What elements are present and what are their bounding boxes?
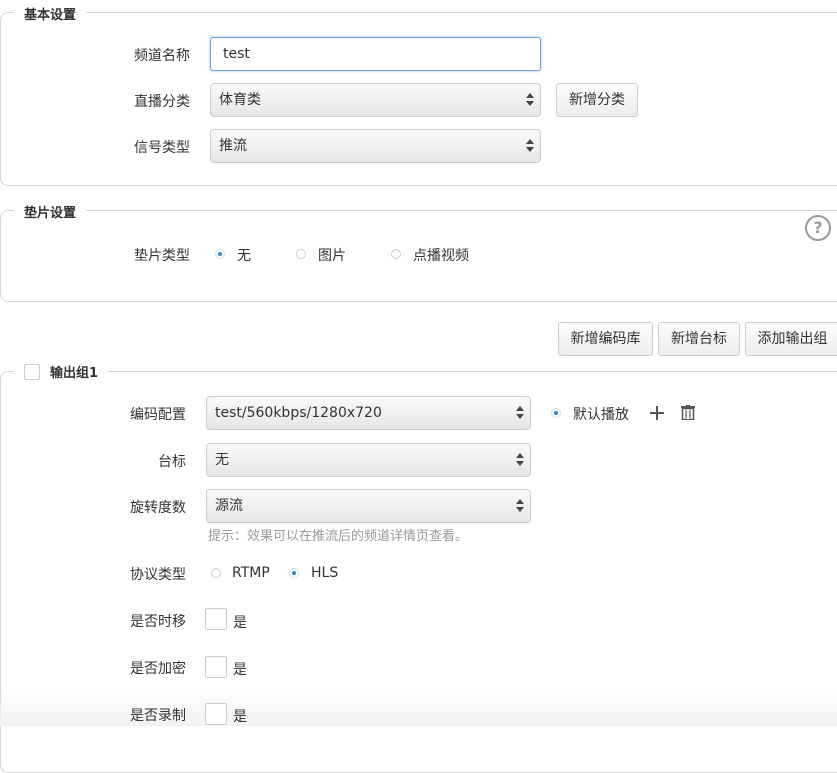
record-checkbox[interactable] xyxy=(205,703,227,725)
encrypt-label: 是否加密 xyxy=(130,661,186,677)
logo-label: 台标 xyxy=(158,454,186,470)
pad-type-label: 垫片类型 xyxy=(134,248,190,264)
encrypt-checkbox[interactable] xyxy=(205,656,227,678)
add-codec-button[interactable]: 新增编码库 xyxy=(558,322,653,356)
record-label: 是否录制 xyxy=(130,708,186,724)
channel-name-label: 频道名称 xyxy=(134,48,190,64)
default-play-label: 默认播放 xyxy=(573,407,629,423)
protocol-hls-radio[interactable] xyxy=(289,568,299,578)
select-arrows-icon xyxy=(516,405,524,421)
output-group-legend: 输出组1 xyxy=(14,362,109,381)
timeshift-label: 是否时移 xyxy=(130,614,186,630)
rotation-select-value: 源流 xyxy=(215,498,243,514)
codec-config-label: 编码配置 xyxy=(130,407,186,423)
rotation-hint: 提示：效果可以在推流后的频道详情页查看。 xyxy=(208,529,469,544)
output-group-checkbox[interactable] xyxy=(24,363,40,380)
protocol-rtmp-label: RTMP xyxy=(232,565,270,581)
output-group-title: 输出组1 xyxy=(50,366,99,381)
category-label: 直播分类 xyxy=(134,94,190,110)
signal-type-select-value: 推流 xyxy=(219,138,247,154)
pad-option-vod-radio[interactable] xyxy=(391,249,401,259)
codec-config-select-value: test/560kbps/1280x720 xyxy=(215,405,382,421)
rotation-label: 旋转度数 xyxy=(130,500,186,516)
record-yes-label: 是 xyxy=(233,709,247,725)
add-output-group-button[interactable]: 添加输出组 xyxy=(745,322,837,356)
pad-option-image-radio[interactable] xyxy=(296,249,306,259)
protocol-rtmp-radio[interactable] xyxy=(211,568,221,578)
pad-option-none-label: 无 xyxy=(237,248,251,264)
pad-option-image-label: 图片 xyxy=(318,248,346,264)
select-arrows-icon xyxy=(526,92,534,108)
add-logo-button[interactable]: 新增台标 xyxy=(658,322,740,356)
signal-type-label: 信号类型 xyxy=(134,140,190,156)
rotation-select[interactable]: 源流 xyxy=(206,489,531,523)
default-play-radio[interactable] xyxy=(551,408,561,418)
pad-option-none-radio[interactable] xyxy=(215,249,225,259)
logo-select[interactable]: 无 xyxy=(206,443,531,477)
trash-icon[interactable] xyxy=(681,405,695,420)
category-select-value: 体育类 xyxy=(219,92,261,108)
bottom-fade xyxy=(0,686,837,726)
add-icon[interactable] xyxy=(650,406,664,420)
signal-type-select[interactable]: 推流 xyxy=(210,129,541,163)
category-select[interactable]: 体育类 xyxy=(210,83,541,117)
timeshift-yes-label: 是 xyxy=(233,615,247,631)
channel-name-input[interactable]: test xyxy=(210,37,541,71)
help-icon[interactable]: ? xyxy=(805,215,831,241)
add-category-button[interactable]: 新增分类 xyxy=(556,83,638,117)
encrypt-yes-label: 是 xyxy=(233,662,247,678)
timeshift-checkbox[interactable] xyxy=(205,608,227,630)
protocol-label: 协议类型 xyxy=(130,567,186,583)
pad-option-vod-label: 点播视频 xyxy=(413,248,469,264)
select-arrows-icon xyxy=(516,452,524,468)
basic-settings-legend: 基本设置 xyxy=(14,4,87,23)
select-arrows-icon xyxy=(516,498,524,514)
pad-settings-legend: 垫片设置 xyxy=(14,202,87,221)
select-arrows-icon xyxy=(526,138,534,154)
codec-config-select[interactable]: test/560kbps/1280x720 xyxy=(206,396,531,430)
logo-select-value: 无 xyxy=(215,452,229,468)
protocol-hls-label: HLS xyxy=(311,565,339,581)
